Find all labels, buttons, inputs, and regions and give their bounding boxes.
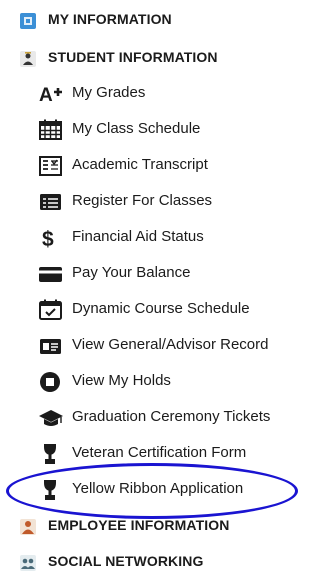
register-list-icon (38, 191, 64, 213)
menu-item-label: Dynamic Course Schedule (72, 300, 250, 317)
section-label: EMPLOYEE INFORMATION (48, 517, 230, 533)
calendar-grid-icon (38, 119, 64, 141)
menu-item-label: My Class Schedule (72, 120, 201, 137)
menu-item-label: Pay Your Balance (72, 264, 191, 281)
section-label: MY INFORMATION (48, 11, 172, 27)
menu-item-register-for-classes[interactable]: Register For Classes (0, 184, 325, 220)
section-student-information[interactable]: STUDENT INFORMATION (0, 40, 325, 76)
menu-item-view-general-advisor-record[interactable]: View General/Advisor Record (0, 328, 325, 364)
menu-item-label: Graduation Ceremony Tickets (72, 408, 271, 425)
section-label: SOCIAL NETWORKING (48, 553, 204, 569)
menu-item-label: Financial Aid Status (72, 228, 204, 245)
svg-text:A: A (39, 85, 53, 105)
student-portal-menu: MY INFORMATION STUDENT INFORMATION A My … (0, 0, 325, 583)
transcript-icon (38, 155, 64, 177)
menu-item-dynamic-course-schedule[interactable]: Dynamic Course Schedule (0, 292, 325, 328)
highlight-ellipse (6, 463, 298, 519)
menu-item-label: View My Holds (72, 372, 171, 389)
section-my-information[interactable]: MY INFORMATION (0, 2, 325, 38)
section-label: STUDENT INFORMATION (48, 49, 218, 65)
menu-item-view-my-holds[interactable]: View My Holds (0, 364, 325, 400)
a-plus-icon: A (38, 83, 64, 105)
svg-text:$: $ (42, 228, 54, 249)
stop-circle-icon (38, 371, 64, 393)
calendar-check-icon (38, 299, 64, 321)
menu-item-pay-your-balance[interactable]: Pay Your Balance (0, 256, 325, 292)
id-card-icon (38, 335, 64, 357)
menu-item-graduation-ceremony-tickets[interactable]: Graduation Ceremony Tickets (0, 400, 325, 436)
menu-item-label: View General/Advisor Record (72, 336, 269, 353)
social-networking-icon (20, 555, 36, 571)
section-social-networking[interactable]: SOCIAL NETWORKING (0, 544, 325, 580)
my-information-icon (20, 13, 36, 29)
menu-item-my-grades[interactable]: A My Grades (0, 76, 325, 112)
menu-item-label: My Grades (72, 84, 146, 101)
menu-item-my-class-schedule[interactable]: My Class Schedule (0, 112, 325, 148)
menu-item-financial-aid-status[interactable]: $ Financial Aid Status (0, 220, 325, 256)
menu-item-label: Academic Transcript (72, 156, 208, 173)
menu-item-label: Register For Classes (72, 192, 213, 209)
dollar-icon: $ (38, 227, 64, 249)
trophy-icon (38, 443, 64, 465)
menu-item-label: Veteran Certification Form (72, 444, 247, 461)
employee-information-icon (20, 519, 36, 535)
graduation-cap-icon (38, 407, 64, 429)
menu-item-academic-transcript[interactable]: Academic Transcript (0, 148, 325, 184)
student-information-icon (20, 51, 36, 67)
credit-card-icon (38, 263, 64, 285)
